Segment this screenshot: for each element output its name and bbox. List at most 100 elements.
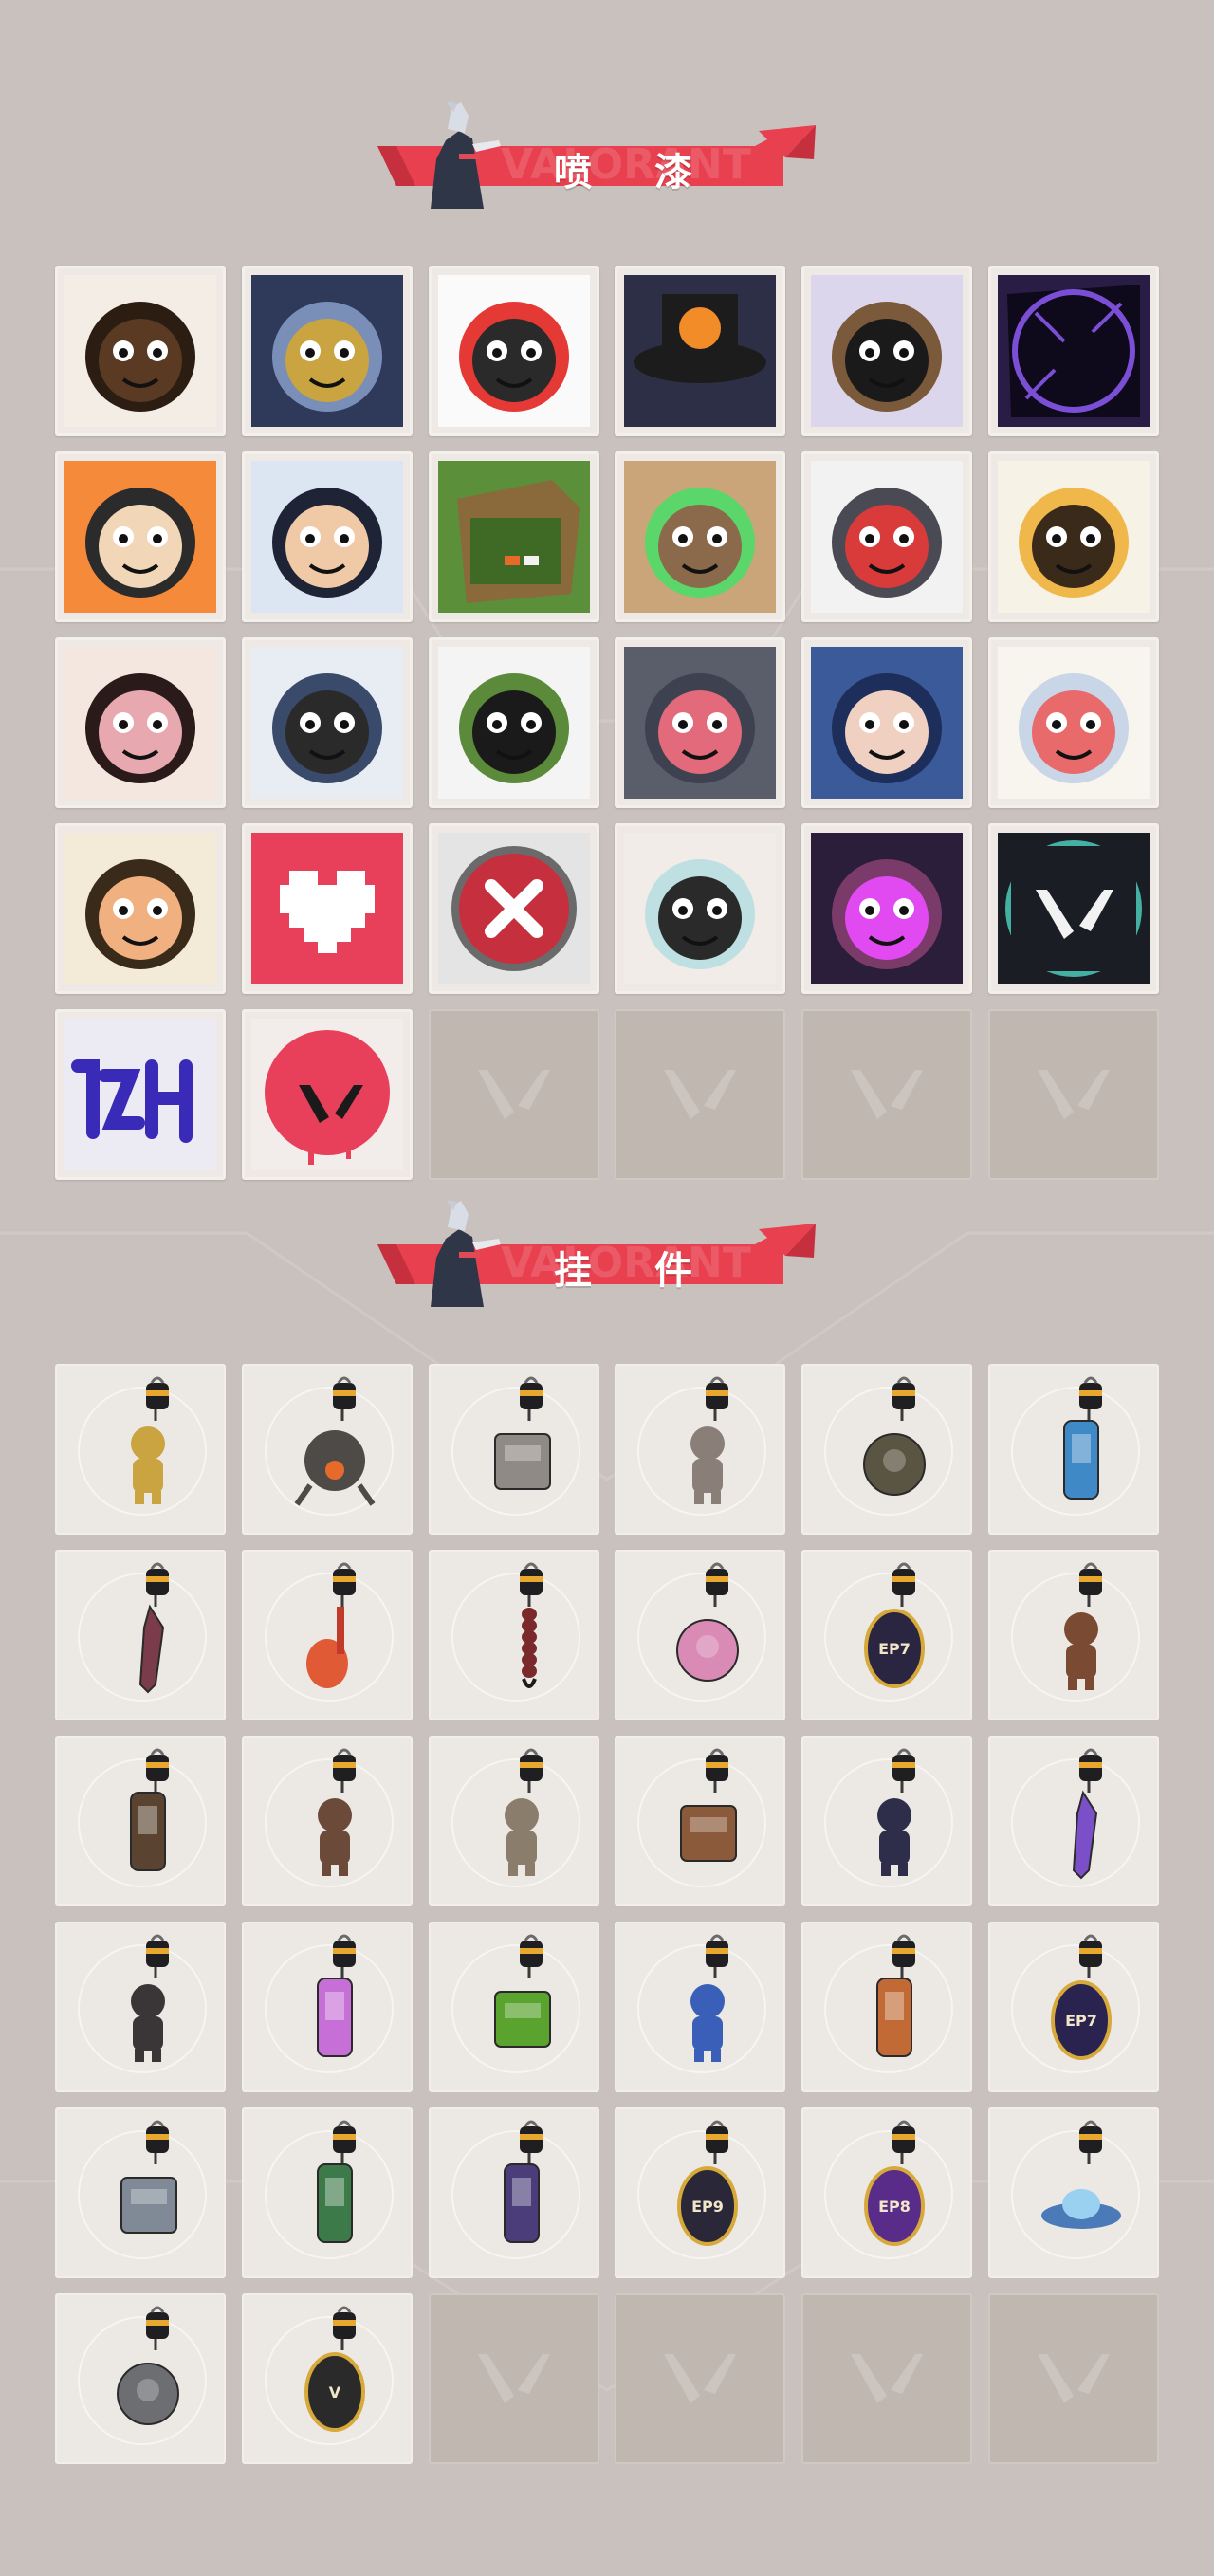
brown-satchel-buddy[interactable]: [615, 1736, 786, 1906]
evil-grin-agent-spray[interactable]: [801, 823, 973, 994]
angry-girl-pencil-spray[interactable]: [55, 637, 226, 808]
ep8-act-token-buddy[interactable]: EP8: [801, 2107, 973, 2278]
clown-face-icon: [437, 275, 590, 427]
cowboy-figure-buddy[interactable]: [428, 1736, 599, 1906]
empty-slot: [801, 1009, 973, 1180]
valorant-emblem-buddy[interactable]: V: [241, 2293, 413, 2464]
blue-lantern-buddy[interactable]: [987, 1364, 1159, 1535]
ep9-act-token-buddy[interactable]: EP9: [615, 2107, 786, 2278]
golden-cat-icon: [131, 1376, 169, 1504]
grinning-bearded-agent-spray[interactable]: [55, 451, 226, 622]
helmet-robot-spray[interactable]: [241, 266, 413, 436]
purple-crystal-buddy[interactable]: [987, 1736, 1159, 1906]
purple-capsule-buddy[interactable]: [428, 2107, 599, 2278]
dark-creature-icon: [131, 1934, 169, 2062]
boxing-bear-buddy[interactable]: [987, 1550, 1159, 1720]
cat-in-tub-buddy[interactable]: [428, 1364, 599, 1535]
raccoon-figure-buddy[interactable]: [615, 1364, 786, 1535]
ufo-buddy[interactable]: [987, 2107, 1159, 2278]
valorant-logo-icon: [1037, 2354, 1110, 2403]
leather-holster-buddy[interactable]: [55, 1736, 226, 1906]
hooded-agent-icon: [811, 647, 964, 799]
pixel-mohawk-agent-icon: [64, 275, 216, 427]
pixel-heart-spray[interactable]: [241, 823, 413, 994]
tasseled-figure-icon: [877, 1748, 916, 1876]
braided-cord-icon: [519, 1562, 543, 1688]
valorant-logo-icon: [477, 2354, 550, 2403]
clown-face-spray[interactable]: [428, 266, 599, 436]
green-crate-spray[interactable]: [428, 451, 599, 622]
top-hat-frog-spray[interactable]: [428, 637, 599, 808]
sprays-section-header: VALORANT 喷 漆: [377, 102, 816, 209]
glowing-eyes-creature-icon: [624, 461, 777, 613]
dark-portal-spray[interactable]: [987, 266, 1159, 436]
ep9-act-token-icon: EP9: [677, 2120, 739, 2246]
astronaut-buddy[interactable]: [615, 1922, 786, 2092]
hooded-agent-spray[interactable]: [801, 637, 973, 808]
boxing-bear-icon: [1063, 1562, 1102, 1690]
bandaged-boy-icon: [250, 461, 403, 613]
ep7-act-token-buddy[interactable]: EP7: [801, 1550, 973, 1720]
valorant-logo-icon: [664, 1070, 737, 1119]
astronaut-icon: [690, 1934, 729, 2062]
top-hat-spray[interactable]: [615, 266, 786, 436]
radio-device-icon: [876, 1934, 916, 2057]
crying-seal-spray[interactable]: [801, 451, 973, 622]
golden-cat-buddy[interactable]: [55, 1364, 226, 1535]
ufo-icon: [1040, 2120, 1121, 2229]
evil-grin-agent-icon: [811, 833, 964, 984]
green-pager-icon: [493, 1934, 551, 2048]
pixel-mohawk-agent-spray[interactable]: [55, 266, 226, 436]
red-x-button-spray[interactable]: [428, 823, 599, 994]
green-can-icon: [316, 2120, 356, 2243]
robot-drone-buddy[interactable]: [241, 1364, 413, 1535]
ep7-medal-buddy[interactable]: EP7: [987, 1922, 1159, 2092]
buddy-token-label: EP9: [691, 2198, 724, 2216]
purple-graffiti-tag-spray[interactable]: [55, 1009, 226, 1180]
shocked-glasses-agent-spray[interactable]: [55, 823, 226, 994]
sunglasses-raccoon-spray[interactable]: [801, 266, 973, 436]
laughing-tiger-spray[interactable]: [987, 451, 1159, 622]
valorant-logo-icon: [477, 1070, 550, 1119]
lava-lamp-buddy[interactable]: [241, 1922, 413, 2092]
dark-creature-buddy[interactable]: [55, 1922, 226, 2092]
green-can-buddy[interactable]: [241, 2107, 413, 2278]
agent-figurine-icon: [317, 1748, 356, 1876]
braided-cord-buddy[interactable]: [428, 1550, 599, 1720]
ep7-act-token-icon: EP7: [864, 1562, 926, 1688]
empty-slot: [801, 2293, 973, 2464]
buddy-token-label: EP7: [1065, 2012, 1097, 2030]
agent-figurine-buddy[interactable]: [241, 1736, 413, 1906]
red-guitar-buddy[interactable]: [241, 1550, 413, 1720]
grey-cat-pouch-icon: [117, 2306, 179, 2425]
grey-cat-pouch-buddy[interactable]: [55, 2293, 226, 2464]
tasseled-figure-buddy[interactable]: [801, 1736, 973, 1906]
beanie-penguin-spray[interactable]: [241, 637, 413, 808]
agent-card-buddy[interactable]: [55, 2107, 226, 2278]
ep7-medal-icon: EP7: [1050, 1934, 1112, 2060]
pink-cupcake-icon: [676, 1562, 740, 1682]
spiked-blade-buddy[interactable]: [55, 1550, 226, 1720]
valorant-logo-icon: [851, 2354, 924, 2403]
valorant-emblem-icon: V: [304, 2306, 365, 2432]
white-haired-girl-spray[interactable]: [615, 823, 786, 994]
green-pager-buddy[interactable]: [428, 1922, 599, 2092]
round-pouch-buddy[interactable]: [801, 1364, 973, 1535]
smiling-cat-spray[interactable]: [615, 637, 786, 808]
buddies-section-header: VALORANT 挂 件: [377, 1201, 816, 1307]
pink-cupcake-buddy[interactable]: [615, 1550, 786, 1720]
glowing-eyes-creature-spray[interactable]: [615, 451, 786, 622]
sleeping-elder-spray[interactable]: [987, 637, 1159, 808]
red-dripping-logo-spray[interactable]: [241, 1009, 413, 1180]
raccoon-figure-icon: [690, 1376, 729, 1504]
empty-slot: [615, 1009, 786, 1180]
empty-slot: [428, 1009, 599, 1180]
valorant-logo-splash-icon: [997, 833, 1150, 984]
helmet-robot-icon: [250, 275, 403, 427]
laughing-tiger-icon: [997, 461, 1150, 613]
radio-device-buddy[interactable]: [801, 1922, 973, 2092]
purple-capsule-icon: [503, 2120, 543, 2243]
round-pouch-icon: [863, 1376, 927, 1496]
valorant-logo-splash-spray[interactable]: [987, 823, 1159, 994]
bandaged-boy-spray[interactable]: [241, 451, 413, 622]
